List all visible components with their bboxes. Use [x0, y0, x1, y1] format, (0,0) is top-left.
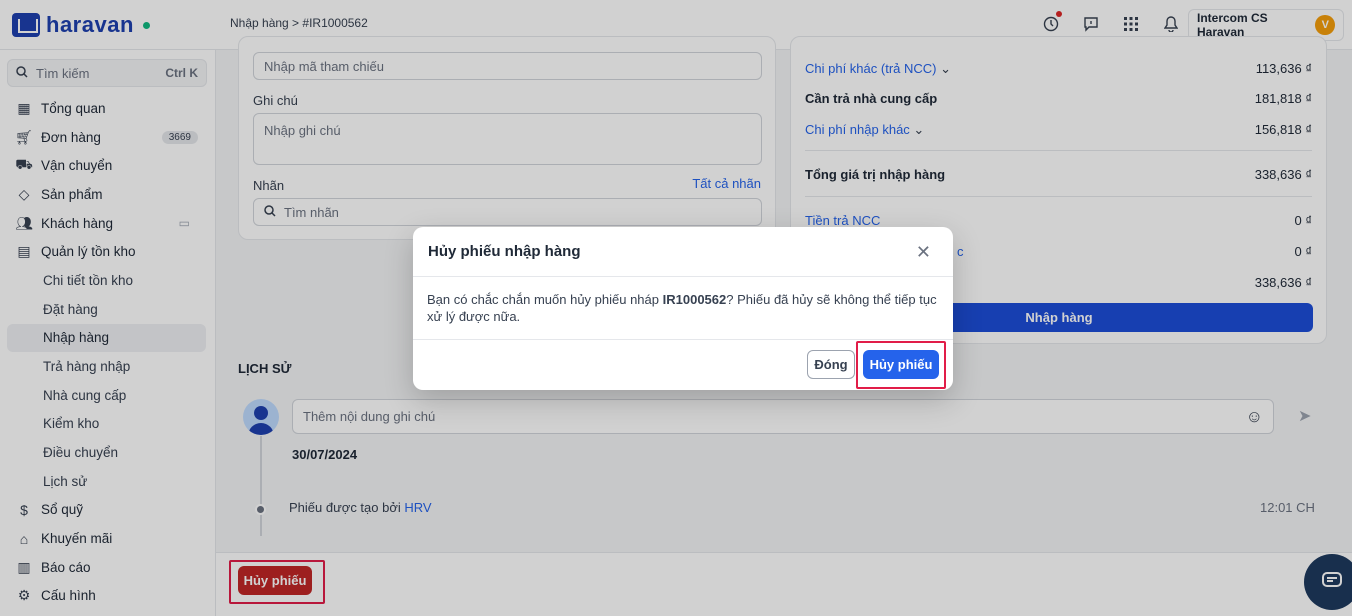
- modal-message: Bạn có chắc chắn muốn hủy phiếu nháp IR1…: [427, 292, 937, 324]
- receipt-code: IR1000562: [662, 292, 727, 307]
- modal-header: Hủy phiếu nhập hàng: [413, 227, 953, 277]
- close-icon[interactable]: ✕: [916, 242, 931, 263]
- highlight-box: [856, 341, 946, 389]
- close-button[interactable]: Đóng: [807, 350, 855, 379]
- modal-title: Hủy phiếu nhập hàng: [428, 243, 581, 260]
